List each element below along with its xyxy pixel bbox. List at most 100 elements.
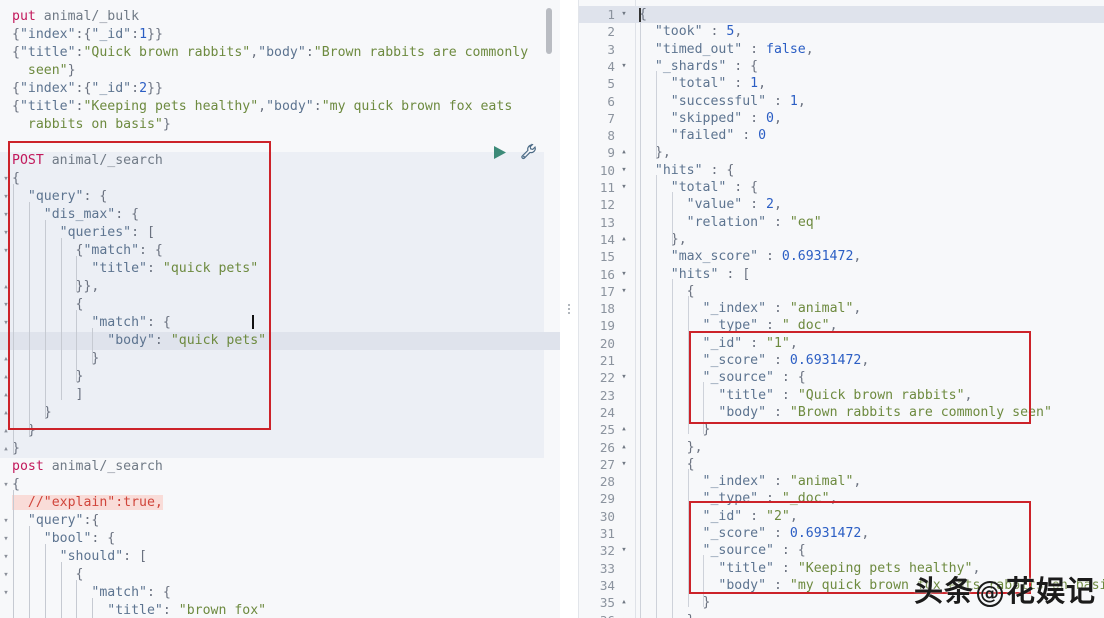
response-line[interactable]: 17 ▾ { — [579, 283, 1104, 300]
request-line[interactable]: "title": "brown fox" — [0, 602, 560, 618]
request-line[interactable]: POST animal/_search — [0, 152, 560, 170]
fold-down-icon[interactable]: ▾ — [619, 6, 629, 23]
fold-down-icon[interactable]: ▾ — [1, 512, 11, 530]
request-line[interactable]: ▴ } — [0, 368, 560, 386]
request-scrollbar-thumb[interactable] — [546, 8, 552, 54]
fold-down-icon[interactable]: ▾ — [619, 162, 629, 179]
response-line[interactable]: 19 "_type" : "_doc", — [579, 317, 1104, 334]
request-scrollbar[interactable] — [544, 0, 554, 618]
request-line[interactable]: ▴ } — [0, 422, 560, 440]
response-line[interactable]: 15 "max_score" : 0.6931472, — [579, 248, 1104, 265]
response-line[interactable]: 6 "successful" : 1, — [579, 93, 1104, 110]
request-line[interactable]: "body": "quick pets" — [0, 332, 560, 350]
fold-down-icon[interactable]: ▾ — [1, 188, 11, 206]
request-line[interactable]: ▾ "bool": { — [0, 530, 560, 548]
response-line[interactable]: 30 "_id" : "2", — [579, 508, 1104, 525]
request-line[interactable]: post animal/_search — [0, 458, 560, 476]
request-line[interactable]: ▾ "match": { — [0, 314, 560, 332]
request-line[interactable]: ▾ "queries": [ — [0, 224, 560, 242]
fold-up-icon[interactable]: ▴ — [619, 439, 629, 456]
request-line[interactable] — [0, 134, 560, 152]
response-line[interactable]: 20 "_id" : "1", — [579, 335, 1104, 352]
response-line[interactable]: 29 "_type" : "_doc", — [579, 490, 1104, 507]
play-icon[interactable] — [491, 144, 508, 161]
fold-down-icon[interactable]: ▾ — [1, 242, 11, 260]
request-actions[interactable] — [491, 143, 538, 161]
fold-down-icon[interactable]: ▾ — [1, 296, 11, 314]
request-line[interactable]: ▾ { — [0, 566, 560, 584]
request-line[interactable]: ▾ "query": { — [0, 188, 560, 206]
request-line[interactable]: rabbits on basis"} — [0, 116, 560, 134]
response-line[interactable]: 21 "_score" : 0.6931472, — [579, 352, 1104, 369]
fold-down-icon[interactable]: ▾ — [1, 548, 11, 566]
fold-up-icon[interactable]: ▴ — [1, 368, 11, 386]
request-line[interactable]: ▾ "should": [ — [0, 548, 560, 566]
fold-down-icon[interactable]: ▾ — [619, 283, 629, 300]
response-line[interactable]: 10 ▾ "hits" : { — [579, 162, 1104, 179]
fold-up-icon[interactable]: ▴ — [1, 386, 11, 404]
response-line[interactable]: 32 ▾ "_source" : { — [579, 542, 1104, 559]
response-line[interactable]: 26 ▴ }, — [579, 439, 1104, 456]
fold-up-icon[interactable]: ▴ — [619, 612, 629, 618]
response-viewer-pane[interactable]: 1 ▾{2 "took" : 5, 3 "timed_out" : false, 4 ▾… — [578, 0, 1104, 618]
response-line[interactable]: 22 ▾ "_source" : { — [579, 369, 1104, 386]
fold-up-icon[interactable]: ▴ — [1, 440, 11, 458]
fold-down-icon[interactable]: ▾ — [1, 476, 11, 494]
response-line[interactable]: 5 "total" : 1, — [579, 75, 1104, 92]
fold-down-icon[interactable]: ▾ — [1, 314, 11, 332]
fold-up-icon[interactable]: ▴ — [619, 144, 629, 161]
pane-divider[interactable] — [560, 0, 578, 618]
fold-up-icon[interactable]: ▴ — [1, 350, 11, 368]
fold-down-icon[interactable]: ▾ — [1, 566, 11, 584]
fold-down-icon[interactable]: ▾ — [1, 170, 11, 188]
fold-down-icon[interactable]: ▾ — [619, 58, 629, 75]
fold-down-icon[interactable]: ▾ — [619, 456, 629, 473]
response-line[interactable]: 16 ▾ "hits" : [ — [579, 266, 1104, 283]
fold-down-icon[interactable]: ▾ — [619, 542, 629, 559]
request-line[interactable]: ▴ ] — [0, 386, 560, 404]
fold-down-icon[interactable]: ▾ — [1, 206, 11, 224]
response-line[interactable]: 14 ▴ }, — [579, 231, 1104, 248]
fold-up-icon[interactable]: ▴ — [1, 404, 11, 422]
response-line[interactable]: 24 "body" : "Brown rabbits are commonly … — [579, 404, 1104, 421]
response-line[interactable]: 31 "_score" : 0.6931472, — [579, 525, 1104, 542]
response-line[interactable]: 12 "value" : 2, — [579, 196, 1104, 213]
request-line[interactable]: "title": "quick pets" — [0, 260, 560, 278]
request-line[interactable]: {"title":"Keeping pets healthy","body":"… — [0, 98, 560, 116]
fold-up-icon[interactable]: ▴ — [619, 231, 629, 248]
request-line[interactable]: ▴} — [0, 440, 560, 458]
response-line[interactable]: 3 "timed_out" : false, — [579, 41, 1104, 58]
resize-grip[interactable] — [568, 302, 570, 316]
request-line[interactable]: ▾ "query":{ — [0, 512, 560, 530]
response-line[interactable]: 8 "failed" : 0 — [579, 127, 1104, 144]
request-line[interactable]: ▾{ — [0, 170, 560, 188]
fold-down-icon[interactable]: ▾ — [1, 584, 11, 602]
fold-down-icon[interactable]: ▾ — [1, 530, 11, 548]
fold-down-icon[interactable]: ▾ — [1, 224, 11, 242]
response-line[interactable]: 7 "skipped" : 0, — [579, 110, 1104, 127]
request-line[interactable]: {"index":{"_id":1}} — [0, 26, 560, 44]
fold-down-icon[interactable]: ▾ — [619, 266, 629, 283]
request-line[interactable]: ▴ } — [0, 404, 560, 422]
request-line[interactable]: ▾ "dis_max": { — [0, 206, 560, 224]
wrench-icon[interactable] — [520, 143, 538, 161]
response-line[interactable]: 9 ▴ }, — [579, 144, 1104, 161]
request-line[interactable]: ▾{ — [0, 476, 560, 494]
response-line[interactable]: 11 ▾ "total" : { — [579, 179, 1104, 196]
request-editor-pane[interactable]: put animal/_bulk {"index":{"_id":1}} {"tit… — [0, 0, 560, 618]
fold-down-icon[interactable]: ▾ — [619, 179, 629, 196]
request-line[interactable]: ▾ "match": { — [0, 584, 560, 602]
request-line[interactable]: ▴ } — [0, 350, 560, 368]
request-line[interactable]: ▾ {"match": { — [0, 242, 560, 260]
request-line[interactable]: {"index":{"_id":2}} — [0, 80, 560, 98]
fold-up-icon[interactable]: ▴ — [1, 278, 11, 296]
fold-up-icon[interactable]: ▴ — [619, 594, 629, 611]
fold-up-icon[interactable]: ▴ — [619, 421, 629, 438]
response-line[interactable]: 28 "_index" : "animal", — [579, 473, 1104, 490]
response-line[interactable]: 2 "took" : 5, — [579, 23, 1104, 40]
response-line[interactable]: 25 ▴ } — [579, 421, 1104, 438]
response-line[interactable]: 13 "relation" : "eq" — [579, 214, 1104, 231]
response-line[interactable]: 18 "_index" : "animal", — [579, 300, 1104, 317]
request-line[interactable]: {"title":"Quick brown rabbits","body":"B… — [0, 44, 560, 62]
fold-down-icon[interactable]: ▾ — [619, 369, 629, 386]
